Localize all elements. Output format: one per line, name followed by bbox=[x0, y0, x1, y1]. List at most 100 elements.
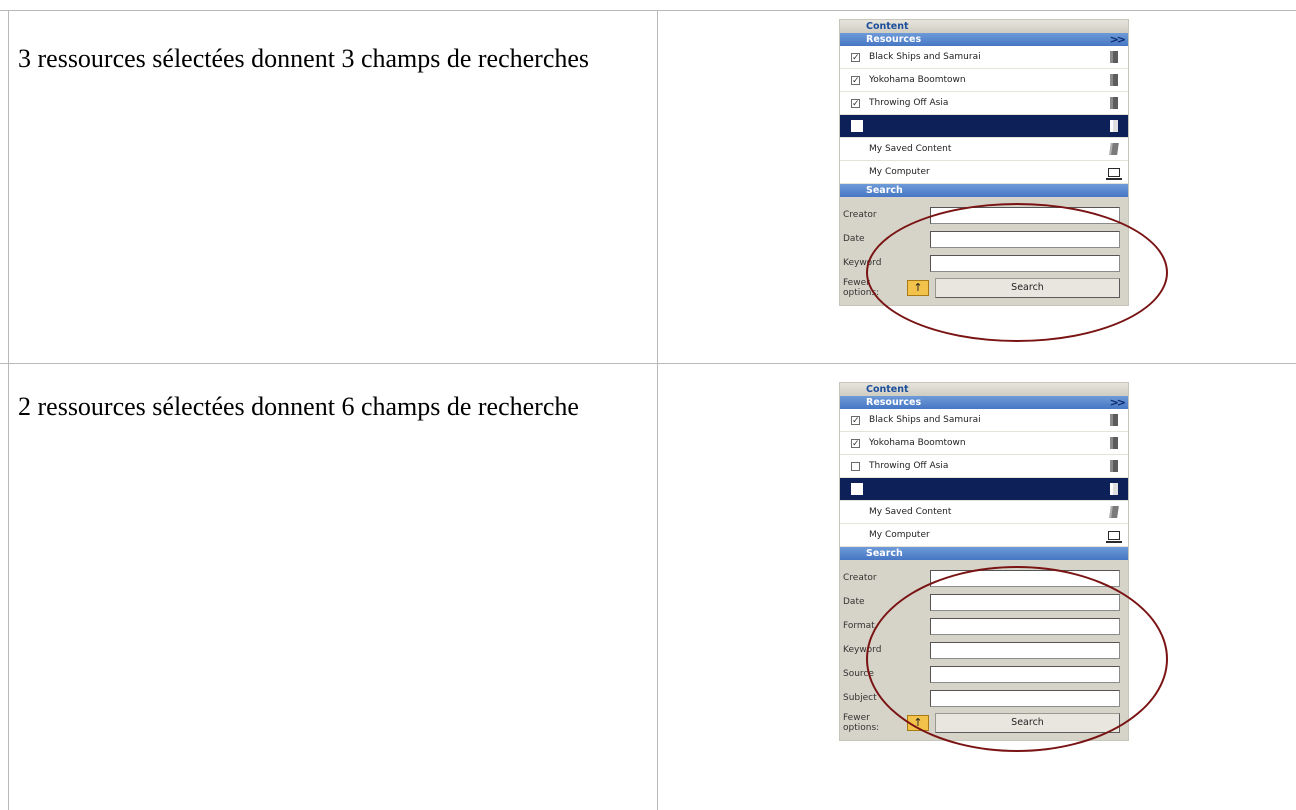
creator-input[interactable] bbox=[930, 569, 1120, 587]
resource-checkbox[interactable] bbox=[851, 461, 860, 471]
content-header[interactable]: Content bbox=[840, 383, 1128, 396]
resource-row-throwing-off-asia[interactable]: Throwing Off Asia bbox=[840, 455, 1128, 478]
book-icon bbox=[1110, 51, 1118, 63]
search-field-row: Subject bbox=[840, 686, 1122, 710]
creator-input[interactable] bbox=[930, 206, 1120, 224]
resources-header-label: Resources bbox=[866, 397, 922, 408]
search-header[interactable]: Search bbox=[840, 547, 1128, 560]
book-icon bbox=[1110, 414, 1118, 426]
expand-double-chevron-icon[interactable]: >> bbox=[1110, 396, 1127, 409]
resource-label: My Saved Content bbox=[869, 507, 952, 517]
search-field-row: Keyword bbox=[840, 251, 1122, 275]
content-panel-2: Content Resources >> ✓ Black Ships and S… bbox=[840, 383, 1128, 740]
resource-label: Yokohama Boomtown bbox=[869, 75, 966, 85]
collapse-toggle-icon bbox=[850, 186, 860, 195]
options-row: Fewer options: ↑ Search bbox=[840, 275, 1122, 301]
resource-label: My Computer bbox=[869, 167, 930, 177]
resource-label: Yokohama Boomtown bbox=[869, 438, 966, 448]
resource-row-selected[interactable] bbox=[840, 478, 1128, 501]
my-computer-row[interactable]: My Computer bbox=[840, 524, 1128, 547]
resources-header[interactable]: Resources >> bbox=[840, 33, 1128, 46]
resource-row-black-ships[interactable]: ✓ Black Ships and Samurai bbox=[840, 409, 1128, 432]
resource-row-black-ships[interactable]: ✓ Black Ships and Samurai bbox=[840, 46, 1128, 69]
resource-label: My Computer bbox=[869, 530, 930, 540]
book-icon bbox=[1110, 97, 1118, 109]
book-icon bbox=[1110, 460, 1118, 472]
field-label: Source bbox=[843, 669, 874, 679]
resources-header-label: Resources bbox=[866, 34, 922, 45]
expand-double-chevron-icon[interactable]: >> bbox=[1110, 33, 1127, 46]
computer-icon bbox=[1106, 167, 1122, 180]
search-button[interactable]: Search bbox=[935, 278, 1120, 298]
search-form: Creator Date Keyword Fewer options: ↑ Se… bbox=[840, 197, 1128, 305]
subject-input[interactable] bbox=[930, 689, 1120, 707]
collapse-toggle-icon bbox=[850, 35, 860, 44]
source-input[interactable] bbox=[930, 665, 1120, 683]
collapse-toggle-icon bbox=[850, 549, 860, 558]
book-icon bbox=[1110, 483, 1118, 495]
field-label: Subject bbox=[843, 693, 877, 703]
collapse-toggle-icon bbox=[850, 385, 860, 394]
resources-header[interactable]: Resources >> bbox=[840, 396, 1128, 409]
caption-2: 2 ressources sélectées donnent 6 champs … bbox=[18, 392, 579, 421]
search-field-row: Date bbox=[840, 590, 1122, 614]
keyword-input[interactable] bbox=[930, 641, 1120, 659]
resource-label: Throwing Off Asia bbox=[869, 98, 949, 108]
resource-label: Throwing Off Asia bbox=[869, 461, 949, 471]
resource-checkbox[interactable]: ✓ bbox=[851, 98, 860, 108]
format-input[interactable] bbox=[930, 617, 1120, 635]
search-header[interactable]: Search bbox=[840, 184, 1128, 197]
collapse-toggle-icon bbox=[850, 22, 860, 31]
resource-checkbox[interactable] bbox=[851, 483, 863, 495]
my-computer-row[interactable]: My Computer bbox=[840, 161, 1128, 184]
search-header-label: Search bbox=[866, 548, 903, 559]
table-border-left bbox=[8, 10, 9, 810]
book-icon bbox=[1110, 437, 1118, 449]
resource-checkbox[interactable]: ✓ bbox=[851, 75, 860, 85]
field-label: Creator bbox=[843, 210, 877, 220]
resource-checkbox[interactable] bbox=[851, 120, 863, 132]
table-border-top bbox=[0, 10, 1296, 11]
field-label: Format bbox=[843, 621, 875, 631]
options-row: Fewer options: ↑ Search bbox=[840, 710, 1122, 736]
arrow-up-icon: ↑ bbox=[913, 281, 923, 294]
arrow-up-icon: ↑ bbox=[913, 716, 923, 729]
my-saved-content-row[interactable]: My Saved Content bbox=[840, 138, 1128, 161]
fewer-options-button[interactable]: ↑ bbox=[907, 715, 929, 731]
field-label: Date bbox=[843, 234, 865, 244]
table-column-divider bbox=[657, 10, 658, 810]
content-header-label: Content bbox=[866, 21, 909, 32]
search-field-row: Keyword bbox=[840, 638, 1122, 662]
resource-row-throwing-off-asia[interactable]: ✓ Throwing Off Asia bbox=[840, 92, 1128, 115]
collapse-toggle-icon bbox=[850, 398, 860, 407]
resource-checkbox[interactable]: ✓ bbox=[851, 52, 860, 62]
content-header-label: Content bbox=[866, 384, 909, 395]
saved-content-icon bbox=[1109, 143, 1119, 155]
search-header-label: Search bbox=[866, 185, 903, 196]
field-label: Date bbox=[843, 597, 865, 607]
date-input[interactable] bbox=[930, 593, 1120, 611]
fewer-options-button[interactable]: ↑ bbox=[907, 280, 929, 296]
fewer-options-label: Fewer options: bbox=[843, 713, 880, 733]
content-header[interactable]: Content bbox=[840, 20, 1128, 33]
search-button[interactable]: Search bbox=[935, 713, 1120, 733]
search-field-row: Source bbox=[840, 662, 1122, 686]
resource-row-selected[interactable] bbox=[840, 115, 1128, 138]
resource-label: Black Ships and Samurai bbox=[869, 415, 981, 425]
book-icon bbox=[1110, 74, 1118, 86]
caption-1: 3 ressources sélectées donnent 3 champs … bbox=[18, 44, 590, 73]
date-input[interactable] bbox=[930, 230, 1120, 248]
keyword-input[interactable] bbox=[930, 254, 1120, 272]
book-icon bbox=[1110, 120, 1118, 132]
resource-checkbox[interactable]: ✓ bbox=[851, 415, 860, 425]
resource-label: My Saved Content bbox=[869, 144, 952, 154]
search-field-row: Creator bbox=[840, 203, 1122, 227]
resource-row-yokohama[interactable]: ✓ Yokohama Boomtown bbox=[840, 432, 1128, 455]
search-field-row: Creator bbox=[840, 566, 1122, 590]
field-label: Keyword bbox=[843, 258, 882, 268]
computer-icon bbox=[1106, 530, 1122, 543]
my-saved-content-row[interactable]: My Saved Content bbox=[840, 501, 1128, 524]
resource-row-yokohama[interactable]: ✓ Yokohama Boomtown bbox=[840, 69, 1128, 92]
resource-checkbox[interactable]: ✓ bbox=[851, 438, 860, 448]
search-field-row: Date bbox=[840, 227, 1122, 251]
